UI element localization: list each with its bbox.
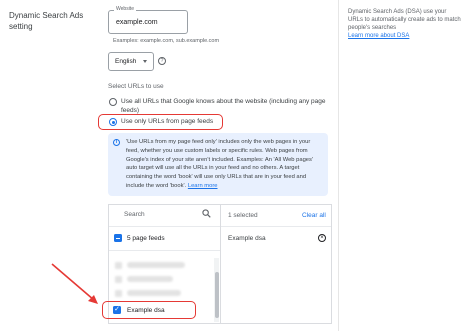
feed-item-blurred <box>127 276 173 282</box>
help-panel: Dynamic Search Ads (DSA) use your URLs t… <box>348 8 463 40</box>
remove-icon[interactable]: × <box>318 234 326 242</box>
clear-all-button[interactable]: Clear all <box>302 212 326 219</box>
example-dsa-label: Example dsa <box>127 307 165 314</box>
search-input[interactable]: Search <box>124 211 145 218</box>
row-divider <box>109 226 220 227</box>
row-divider <box>221 226 331 227</box>
example-dsa-checkbox[interactable]: ✓ <box>113 306 121 314</box>
picker-divider <box>220 204 221 324</box>
learn-more-dsa-link[interactable]: Learn more about DSA <box>348 32 463 40</box>
selected-count: 1 selected <box>228 212 258 219</box>
option-page-feeds-label: Use only URLs from page feeds <box>121 118 214 125</box>
search-icon[interactable] <box>202 209 211 218</box>
info-icon: i <box>113 139 120 146</box>
info-body: 'Use URLs from my page feed only' includ… <box>126 139 314 189</box>
feed-item-checkbox[interactable] <box>115 262 122 269</box>
selected-item-label: Example dsa <box>228 235 266 242</box>
feed-item-checkbox[interactable] <box>115 290 122 297</box>
select-urls-heading: Select URLs to use <box>108 83 164 90</box>
feed-item-checkbox[interactable] <box>115 276 122 283</box>
feed-item-blurred <box>127 290 181 296</box>
language-select[interactable]: English <box>108 52 154 71</box>
language-value: English <box>115 58 137 65</box>
help-question-icon[interactable]: ? <box>158 57 166 65</box>
help-text: Dynamic Search Ads (DSA) use your URLs t… <box>348 9 461 31</box>
website-value[interactable]: example.com <box>116 19 158 26</box>
info-text: 'Use URLs from my page feed only' includ… <box>126 138 324 191</box>
row-divider <box>109 250 220 251</box>
website-field[interactable]: Website example.com <box>108 6 188 34</box>
feeds-label: 5 page feeds <box>127 235 165 242</box>
radio-all-urls[interactable] <box>109 98 117 106</box>
scrollbar-thumb[interactable] <box>214 272 219 318</box>
radio-page-feeds-only[interactable] <box>109 118 117 126</box>
section-title: Dynamic Search Ads setting <box>9 11 84 31</box>
annotation-arrow-icon <box>51 263 98 304</box>
feed-item-blurred <box>127 262 185 268</box>
feeds-checkbox[interactable] <box>114 234 122 242</box>
website-label: Website <box>114 6 136 12</box>
info-learn-more-link[interactable]: Learn more <box>188 183 218 189</box>
dropdown-caret-icon <box>143 60 147 63</box>
website-examples: Examples: example.com, sub.example.com <box>113 38 220 44</box>
option-all-urls-label: Use all URLs that Google knows about the… <box>121 98 326 114</box>
divider <box>338 0 339 331</box>
